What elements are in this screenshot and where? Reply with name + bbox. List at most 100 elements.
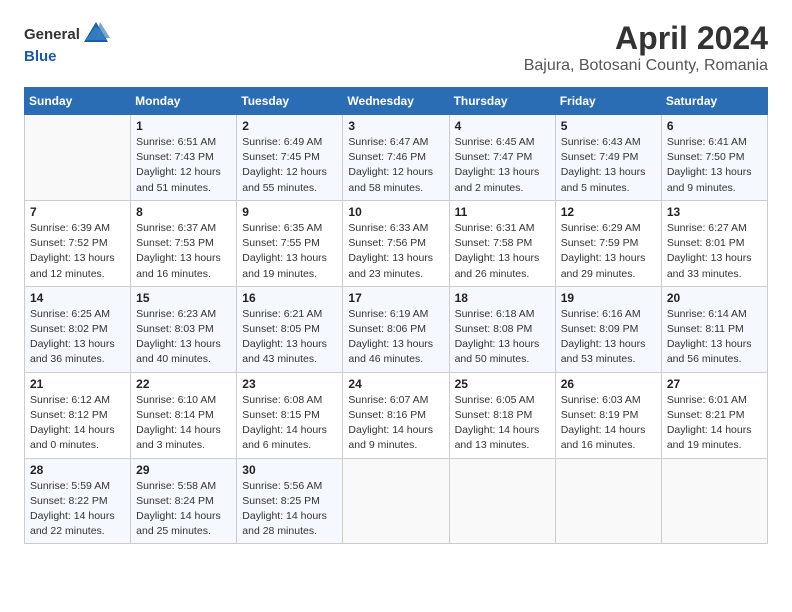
day-detail: Sunrise: 5:56 AM Sunset: 8:25 PM Dayligh… — [242, 479, 337, 540]
title-area: April 2024 Bajura, Botosani County, Roma… — [524, 20, 768, 75]
day-number: 24 — [348, 377, 443, 391]
day-number: 1 — [136, 119, 231, 133]
day-detail: Sunrise: 6:45 AM Sunset: 7:47 PM Dayligh… — [455, 135, 550, 196]
day-number: 4 — [455, 119, 550, 133]
day-detail: Sunrise: 6:21 AM Sunset: 8:05 PM Dayligh… — [242, 307, 337, 368]
calendar-cell — [555, 458, 661, 544]
calendar-cell: 26 Sunrise: 6:03 AM Sunset: 8:19 PM Dayli… — [555, 372, 661, 458]
calendar-cell: 10 Sunrise: 6:33 AM Sunset: 7:56 PM Dayli… — [343, 200, 449, 286]
calendar-cell — [449, 458, 555, 544]
calendar-cell: 20Sunrise: 6:14 AM Sunset: 8:11 PM Dayli… — [661, 286, 767, 372]
day-number: 23 — [242, 377, 337, 391]
main-title: April 2024 — [524, 20, 768, 57]
calendar-cell: 21 Sunrise: 6:12 AM Sunset: 8:12 PM Dayli… — [25, 372, 131, 458]
col-header-sunday: Sunday — [25, 88, 131, 115]
day-detail: Sunrise: 5:58 AM Sunset: 8:24 PM Dayligh… — [136, 479, 231, 540]
calendar-cell: 30 Sunrise: 5:56 AM Sunset: 8:25 PM Dayli… — [237, 458, 343, 544]
col-header-friday: Friday — [555, 88, 661, 115]
day-detail: Sunrise: 6:18 AM Sunset: 8:08 PM Dayligh… — [455, 307, 550, 368]
day-detail: Sunrise: 6:03 AM Sunset: 8:19 PM Dayligh… — [561, 393, 656, 454]
day-detail: Sunrise: 6:33 AM Sunset: 7:56 PM Dayligh… — [348, 221, 443, 282]
calendar-cell: 25 Sunrise: 6:05 AM Sunset: 8:18 PM Dayli… — [449, 372, 555, 458]
day-number: 29 — [136, 463, 231, 477]
day-detail: Sunrise: 6:31 AM Sunset: 7:58 PM Dayligh… — [455, 221, 550, 282]
day-number: 13 — [667, 205, 762, 219]
col-header-monday: Monday — [131, 88, 237, 115]
calendar-cell: 16 Sunrise: 6:21 AM Sunset: 8:05 PM Dayli… — [237, 286, 343, 372]
day-number: 28 — [30, 463, 125, 477]
day-number: 27 — [667, 377, 762, 391]
day-number: 16 — [242, 291, 337, 305]
calendar-cell: 14 Sunrise: 6:25 AM Sunset: 8:02 PM Dayli… — [25, 286, 131, 372]
day-detail: Sunrise: 6:01 AM Sunset: 8:21 PM Dayligh… — [667, 393, 762, 454]
calendar-cell: 24Sunrise: 6:07 AM Sunset: 8:16 PM Dayli… — [343, 372, 449, 458]
calendar-cell: 19Sunrise: 6:16 AM Sunset: 8:09 PM Dayli… — [555, 286, 661, 372]
calendar-cell: 9 Sunrise: 6:35 AM Sunset: 7:55 PM Daylig… — [237, 200, 343, 286]
logo: General Blue — [24, 20, 110, 66]
day-number: 26 — [561, 377, 656, 391]
calendar-cell: 3Sunrise: 6:47 AM Sunset: 7:46 PM Daylig… — [343, 115, 449, 201]
week-row-4: 21 Sunrise: 6:12 AM Sunset: 8:12 PM Dayli… — [25, 372, 768, 458]
day-detail: Sunrise: 6:08 AM Sunset: 8:15 PM Dayligh… — [242, 393, 337, 454]
day-number: 12 — [561, 205, 656, 219]
calendar-cell — [25, 115, 131, 201]
logo-blue-text: Blue — [24, 48, 57, 65]
day-detail: Sunrise: 6:25 AM Sunset: 8:02 PM Dayligh… — [30, 307, 125, 368]
week-row-1: 1 Sunrise: 6:51 AM Sunset: 7:43 PM Daylig… — [25, 115, 768, 201]
col-header-tuesday: Tuesday — [237, 88, 343, 115]
calendar-cell — [661, 458, 767, 544]
calendar-header-row: SundayMondayTuesdayWednesdayThursdayFrid… — [25, 88, 768, 115]
calendar-cell: 29 Sunrise: 5:58 AM Sunset: 8:24 PM Dayli… — [131, 458, 237, 544]
day-detail: Sunrise: 6:43 AM Sunset: 7:49 PM Dayligh… — [561, 135, 656, 196]
day-number: 20 — [667, 291, 762, 305]
calendar: SundayMondayTuesdayWednesdayThursdayFrid… — [24, 87, 768, 544]
day-detail: Sunrise: 6:41 AM Sunset: 7:50 PM Dayligh… — [667, 135, 762, 196]
calendar-cell: 13 Sunrise: 6:27 AM Sunset: 8:01 PM Dayli… — [661, 200, 767, 286]
calendar-cell: 17Sunrise: 6:19 AM Sunset: 8:06 PM Dayli… — [343, 286, 449, 372]
calendar-cell: 7Sunrise: 6:39 AM Sunset: 7:52 PM Daylig… — [25, 200, 131, 286]
day-number: 6 — [667, 119, 762, 133]
calendar-cell: 8 Sunrise: 6:37 AM Sunset: 7:53 PM Daylig… — [131, 200, 237, 286]
day-number: 8 — [136, 205, 231, 219]
day-detail: Sunrise: 6:12 AM Sunset: 8:12 PM Dayligh… — [30, 393, 125, 454]
calendar-cell: 6 Sunrise: 6:41 AM Sunset: 7:50 PM Daylig… — [661, 115, 767, 201]
day-detail: Sunrise: 6:19 AM Sunset: 8:06 PM Dayligh… — [348, 307, 443, 368]
logo-icon — [82, 20, 110, 48]
day-number: 9 — [242, 205, 337, 219]
week-row-2: 7Sunrise: 6:39 AM Sunset: 7:52 PM Daylig… — [25, 200, 768, 286]
calendar-cell: 2Sunrise: 6:49 AM Sunset: 7:45 PM Daylig… — [237, 115, 343, 201]
calendar-cell: 1 Sunrise: 6:51 AM Sunset: 7:43 PM Daylig… — [131, 115, 237, 201]
day-detail: Sunrise: 6:05 AM Sunset: 8:18 PM Dayligh… — [455, 393, 550, 454]
calendar-cell: 28 Sunrise: 5:59 AM Sunset: 8:22 PM Dayli… — [25, 458, 131, 544]
calendar-cell: 12 Sunrise: 6:29 AM Sunset: 7:59 PM Dayli… — [555, 200, 661, 286]
day-detail: Sunrise: 6:23 AM Sunset: 8:03 PM Dayligh… — [136, 307, 231, 368]
calendar-cell: 15 Sunrise: 6:23 AM Sunset: 8:03 PM Dayli… — [131, 286, 237, 372]
calendar-cell: 27 Sunrise: 6:01 AM Sunset: 8:21 PM Dayli… — [661, 372, 767, 458]
day-detail: Sunrise: 6:51 AM Sunset: 7:43 PM Dayligh… — [136, 135, 231, 196]
day-detail: Sunrise: 6:16 AM Sunset: 8:09 PM Dayligh… — [561, 307, 656, 368]
col-header-thursday: Thursday — [449, 88, 555, 115]
day-number: 7 — [30, 205, 125, 219]
day-number: 3 — [348, 119, 443, 133]
calendar-cell: 11Sunrise: 6:31 AM Sunset: 7:58 PM Dayli… — [449, 200, 555, 286]
header: General Blue April 2024 Bajura, Botosani… — [24, 20, 768, 75]
day-detail: Sunrise: 6:29 AM Sunset: 7:59 PM Dayligh… — [561, 221, 656, 282]
day-number: 21 — [30, 377, 125, 391]
day-number: 18 — [455, 291, 550, 305]
day-detail: Sunrise: 5:59 AM Sunset: 8:22 PM Dayligh… — [30, 479, 125, 540]
day-detail: Sunrise: 6:37 AM Sunset: 7:53 PM Dayligh… — [136, 221, 231, 282]
day-number: 5 — [561, 119, 656, 133]
day-number: 15 — [136, 291, 231, 305]
day-number: 30 — [242, 463, 337, 477]
day-detail: Sunrise: 6:35 AM Sunset: 7:55 PM Dayligh… — [242, 221, 337, 282]
logo-general-text: General — [24, 27, 80, 42]
calendar-cell: 4 Sunrise: 6:45 AM Sunset: 7:47 PM Daylig… — [449, 115, 555, 201]
day-number: 2 — [242, 119, 337, 133]
calendar-cell: 5 Sunrise: 6:43 AM Sunset: 7:49 PM Daylig… — [555, 115, 661, 201]
subtitle: Bajura, Botosani County, Romania — [524, 57, 768, 75]
day-number: 10 — [348, 205, 443, 219]
day-number: 25 — [455, 377, 550, 391]
day-number: 14 — [30, 291, 125, 305]
day-detail: Sunrise: 6:27 AM Sunset: 8:01 PM Dayligh… — [667, 221, 762, 282]
calendar-cell — [343, 458, 449, 544]
